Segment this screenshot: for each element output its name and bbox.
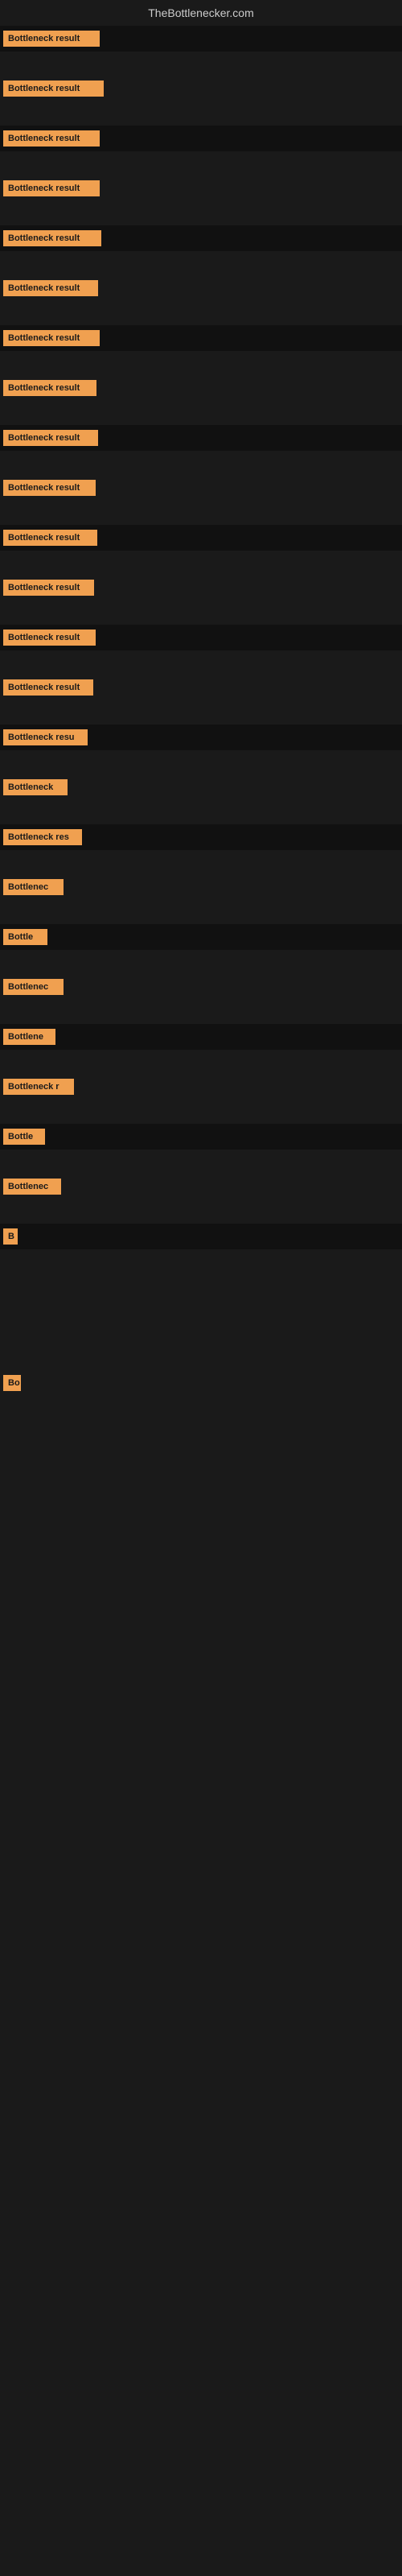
list-item: B [0,1224,402,1249]
row-spacer [0,800,402,824]
row-spacer [0,351,402,375]
bottleneck-badge[interactable]: Bo [3,1375,21,1391]
bottleneck-badge[interactable]: Bottleneck result [3,480,96,496]
bottleneck-badge[interactable]: Bottleneck result [3,80,104,97]
list-item: Bottleneck r [0,1074,402,1100]
list-item: Bottleneck result [0,625,402,650]
row-spacer [0,401,402,425]
list-item: Bottleneck resu [0,724,402,750]
list-item: Bottleneck result [0,425,402,451]
list-item: Bottleneck result [0,325,402,351]
list-item: Bottleneck result [0,575,402,601]
bottleneck-badge[interactable]: Bottleneck resu [3,729,88,745]
bottleneck-badge[interactable]: Bottleneck result [3,679,93,696]
bottleneck-badge[interactable]: Bottleneck result [3,280,98,296]
bottleneck-badge[interactable]: Bottleneck result [3,130,100,147]
bottleneck-badge[interactable]: Bottlenec [3,1179,61,1195]
bottleneck-badge[interactable]: Bottleneck result [3,580,94,596]
row-spacer [0,950,402,974]
list-item: Bottleneck result [0,225,402,251]
list-item: Bo [0,1370,402,1396]
row-spacer [0,850,402,874]
list-item: Bottle [0,924,402,950]
list-item: Bottleneck result [0,375,402,401]
list-item: Bottleneck result [0,475,402,501]
row-spacer [0,1199,402,1224]
bottleneck-badge[interactable]: Bottleneck result [3,180,100,196]
row-spacer [0,451,402,475]
row-spacer [0,52,402,76]
list-item: Bottleneck result [0,675,402,700]
list-item: Bottleneck result [0,126,402,151]
list-item: Bottleneck result [0,525,402,551]
list-item: Bottleneck result [0,76,402,101]
bottleneck-badge[interactable]: Bottlenec [3,979,64,995]
bottleneck-badge[interactable]: Bottleneck r [3,1079,74,1095]
row-spacer [0,1396,402,1637]
bottleneck-badge[interactable]: Bottleneck [3,779,68,795]
row-spacer [0,251,402,275]
bottleneck-badge[interactable]: Bottle [3,1129,45,1145]
bottleneck-badge[interactable]: Bottleneck res [3,829,82,845]
row-spacer [0,551,402,575]
bottleneck-badge[interactable]: B [3,1228,18,1245]
bottleneck-badge[interactable]: Bottleneck result [3,330,100,346]
list-item: Bottleneck result [0,26,402,52]
row-spacer [0,1150,402,1174]
list-item: Bottlene [0,1024,402,1050]
list-item: Bottleneck result [0,275,402,301]
bottleneck-badge[interactable]: Bottleneck result [3,31,100,47]
row-spacer [0,501,402,525]
bottleneck-badge[interactable]: Bottleneck result [3,380,96,396]
bottleneck-badge[interactable]: Bottleneck result [3,530,97,546]
row-spacer [0,201,402,225]
bottleneck-badge[interactable]: Bottlenec [3,879,64,895]
bottleneck-badge[interactable]: Bottleneck result [3,630,96,646]
row-spacer [0,650,402,675]
row-spacer [0,1249,402,1370]
list-item: Bottlenec [0,974,402,1000]
site-title: TheBottlenecker.com [0,0,402,26]
list-item: Bottleneck res [0,824,402,850]
row-spacer [0,1000,402,1024]
row-spacer [0,1100,402,1124]
list-item: Bottleneck result [0,175,402,201]
row-spacer [0,101,402,126]
row-spacer [0,151,402,175]
list-item: Bottlenec [0,874,402,900]
row-spacer [0,900,402,924]
row-spacer [0,700,402,724]
row-spacer [0,301,402,325]
bottleneck-badge[interactable]: Bottlene [3,1029,55,1045]
list-item: Bottlenec [0,1174,402,1199]
list-item: Bottle [0,1124,402,1150]
row-spacer [0,601,402,625]
bottleneck-badge[interactable]: Bottleneck result [3,430,98,446]
row-spacer [0,750,402,774]
bottleneck-badge[interactable]: Bottleneck result [3,230,101,246]
row-spacer [0,1050,402,1074]
bottleneck-badge[interactable]: Bottle [3,929,47,945]
list-item: Bottleneck [0,774,402,800]
